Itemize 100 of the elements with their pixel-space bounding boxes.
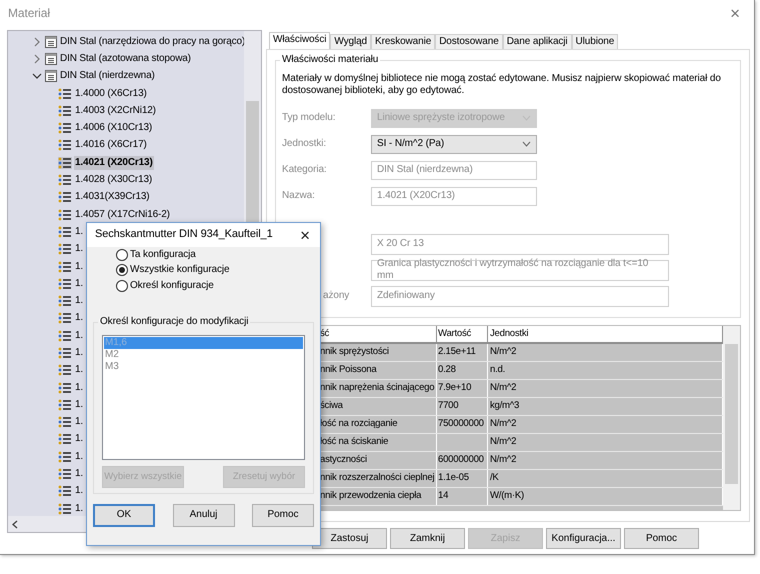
material-list-icon: [58, 243, 72, 256]
field-label: Typ modelu:: [282, 112, 336, 124]
tree-item[interactable]: 1.: [74, 346, 84, 360]
field-label: ażony: [322, 290, 350, 302]
button[interactable]: Pomoc: [624, 528, 699, 549]
scroll-thumb[interactable]: [725, 344, 738, 484]
material-list-icon: [58, 208, 72, 221]
tree-item[interactable]: 1.: [74, 260, 84, 274]
material-list-icon: [58, 433, 72, 446]
material-list-icon: [58, 382, 72, 394]
dropdown[interactable]: SI - N/m^2 (Pa): [371, 134, 537, 154]
info-text: Materiały w domyślnej bibliotece nie mogą zostać edytowane. Musisz najpierw skopiować materiał do dostosowanej biblioteki, aby go edytować.: [282, 73, 722, 97]
tab[interactable]: Wygląd: [330, 34, 372, 49]
table-cell: 1.1e-05: [437, 470, 488, 487]
tree-item[interactable]: 1.4021 (X20Cr13): [74, 156, 154, 170]
material-list-icon: [58, 139, 72, 152]
radio-button[interactable]: [116, 280, 128, 292]
tree-item[interactable]: 1.: [74, 484, 84, 498]
tree-item[interactable]: 1.: [74, 363, 84, 378]
material-list-icon: [58, 346, 72, 359]
tree-item[interactable]: 1.: [74, 294, 84, 308]
tree-item[interactable]: DIN Stal (azotowana stopowa): [59, 52, 192, 66]
button[interactable]: Konfiguracja...: [546, 528, 621, 549]
material-list-icon: [58, 398, 72, 411]
input-field[interactable]: 1.4021 (X20Cr13): [371, 186, 537, 206]
table-cell: 14: [437, 488, 488, 505]
table-cell: 2.15e+11: [437, 344, 488, 361]
field-label: Kategoria:: [282, 164, 328, 176]
close-button[interactable]: ×: [294, 226, 316, 244]
table-cell: 7.9e+10: [437, 380, 488, 397]
table-cell: 750000000: [437, 416, 488, 433]
close-button[interactable]: ×: [724, 4, 746, 22]
table-cell: 7700: [437, 398, 488, 415]
dialog-title: Sechskantmutter DIN 934_Kaufteil_1: [95, 228, 273, 242]
material-list-icon: [58, 468, 72, 480]
tree-item[interactable]: DIN Stal (nierdzewna): [59, 69, 156, 84]
table-cell: 600000000: [437, 452, 488, 469]
tree-item[interactable]: 1.: [74, 224, 84, 239]
tab[interactable]: Właściwości: [269, 32, 330, 49]
scrollbar[interactable]: [723, 326, 740, 510]
material-list-icon: [58, 260, 72, 272]
tree-item[interactable]: 1.: [74, 328, 84, 343]
material-list-icon: [58, 104, 72, 117]
tree-item[interactable]: 1.: [74, 450, 84, 464]
column-header[interactable]: Wartość: [437, 326, 488, 342]
input-field[interactable]: Granica plastyczności i wytrzymałość na rozciąganie dla t<=10 mm: [371, 260, 669, 280]
material-list-icon: [58, 364, 72, 376]
tree-item[interactable]: 1.: [74, 276, 84, 291]
material-list-icon: [58, 502, 72, 515]
material-list-icon: [58, 122, 72, 134]
radio-label[interactable]: Określ konfiguracje: [130, 280, 214, 292]
button[interactable]: OK: [93, 504, 155, 526]
radio-button[interactable]: [116, 264, 128, 276]
tree-item[interactable]: 1.4057 (X17CrNi16-2): [74, 208, 171, 222]
material-list-icon: [58, 485, 72, 498]
tree-item[interactable]: 1.: [74, 311, 84, 326]
tree-item[interactable]: 1.4016 (X6Cr17): [74, 138, 148, 152]
table-cell: 0.28: [437, 362, 488, 379]
tab[interactable]: Dane aplikacji: [502, 34, 572, 49]
window-title: Materiał: [8, 6, 50, 20]
scroll-left-icon[interactable]: [12, 520, 19, 528]
material-list-icon: [58, 330, 72, 342]
material-list-icon: [58, 174, 72, 186]
group-title: Określ konfiguracje do modyfikacji: [98, 316, 250, 328]
tab[interactable]: Dostosowane: [435, 34, 503, 49]
tree-item[interactable]: 1.: [74, 432, 84, 446]
tree-item[interactable]: 1.: [74, 467, 84, 482]
field-label: Jednostki:: [282, 138, 328, 150]
tree-item[interactable]: 1.4031(X39Cr13): [74, 190, 150, 204]
tree-item[interactable]: 1.4006 (X10Cr13): [74, 121, 154, 136]
button[interactable]: Zamknij: [390, 528, 465, 549]
tree-item[interactable]: 1.4000 (X6Cr13): [74, 86, 148, 101]
tab[interactable]: Kreskowanie: [371, 34, 436, 49]
radio-label[interactable]: Wszystkie konfiguracje: [130, 264, 230, 276]
radio-button[interactable]: [116, 248, 128, 261]
tab[interactable]: Ulubione: [572, 34, 618, 49]
button[interactable]: Anuluj: [172, 504, 234, 526]
tree-item[interactable]: 1.: [74, 380, 84, 395]
folder-icon: [45, 52, 57, 65]
material-list-icon: [58, 156, 72, 169]
material-list-icon: [58, 278, 72, 290]
field-label: Nazwa:: [282, 190, 316, 202]
button[interactable]: Zastosuj: [312, 528, 387, 549]
tree-item[interactable]: 1.: [74, 415, 84, 430]
button[interactable]: Pomoc: [252, 504, 314, 526]
tree-item[interactable]: 1.: [74, 502, 84, 516]
radio-label[interactable]: Ta konfiguracja: [130, 248, 196, 261]
tree-item[interactable]: DIN Stal (narzędziowa do pracy na gorąco): [59, 34, 246, 49]
folder-icon: [45, 70, 57, 82]
material-list-icon: [58, 312, 72, 324]
material-list-icon: [58, 191, 72, 204]
material-list-icon: [58, 450, 72, 463]
tree-item[interactable]: 1.: [74, 242, 84, 256]
tree-item[interactable]: 1.4028 (X30Cr13): [74, 173, 154, 188]
dropdown-caret-icon[interactable]: [522, 141, 531, 147]
tree-item[interactable]: 1.4003 (X2CrNi12): [74, 104, 157, 118]
material-list-icon: [58, 226, 72, 238]
material-list-icon: [58, 416, 72, 428]
material-list-icon: [58, 295, 72, 308]
tree-item[interactable]: 1.: [74, 398, 84, 412]
